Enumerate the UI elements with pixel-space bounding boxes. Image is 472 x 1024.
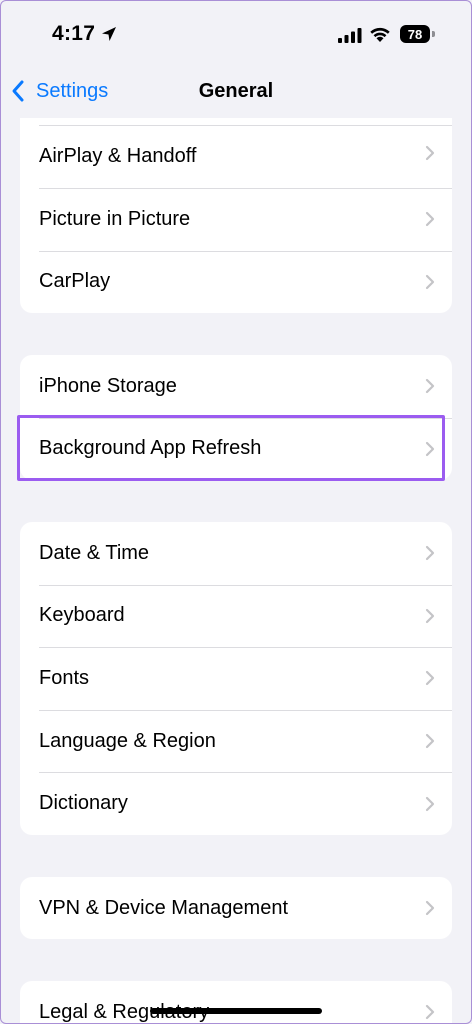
- status-time: 4:17: [52, 22, 96, 45]
- row-label: Background App Refresh: [39, 437, 262, 460]
- chevron-right-icon: [425, 796, 435, 811]
- settings-group-locale: Date & Time Keyboard Fonts Language & Re…: [20, 522, 452, 835]
- row-label: Date & Time: [39, 541, 150, 564]
- row-label: Language & Region: [39, 729, 216, 752]
- row-label: Fonts: [39, 666, 90, 689]
- battery-level: 78: [407, 26, 423, 42]
- row-iphone-storage[interactable]: iPhone Storage: [20, 355, 452, 418]
- settings-group-connectivity: AirPlay & Handoff Picture in Picture Car…: [20, 118, 452, 313]
- row-language-region[interactable]: Language & Region: [20, 709, 452, 773]
- row-airplay-handoff[interactable]: AirPlay & Handoff: [20, 118, 452, 188]
- chevron-right-icon: [425, 1005, 435, 1020]
- battery-indicator: 78: [400, 25, 430, 43]
- settings-group-vpn: VPN & Device Management: [20, 877, 452, 939]
- row-label: VPN & Device Management: [39, 896, 289, 919]
- chevron-right-icon: [425, 901, 435, 916]
- wifi-icon: [370, 27, 390, 42]
- row-label: iPhone Storage: [39, 374, 177, 397]
- chevron-right-icon: [425, 546, 435, 561]
- page-title: General: [198, 80, 274, 102]
- chevron-right-icon: [425, 608, 435, 623]
- chevron-right-icon: [425, 212, 435, 227]
- row-label: Picture in Picture: [39, 207, 191, 230]
- chevron-right-icon: [425, 145, 435, 161]
- row-vpn-device-management[interactable]: VPN & Device Management: [20, 877, 452, 940]
- row-carplay[interactable]: CarPlay: [20, 250, 452, 314]
- cellular-signal-icon: [338, 28, 362, 43]
- battery-nub: [432, 31, 435, 37]
- row-keyboard[interactable]: Keyboard: [20, 584, 452, 648]
- row-fonts[interactable]: Fonts: [20, 647, 452, 710]
- row-date-time[interactable]: Date & Time: [20, 522, 452, 585]
- chevron-right-icon: [425, 274, 435, 289]
- row-dictionary[interactable]: Dictionary: [20, 772, 452, 835]
- location-arrow-icon: [102, 27, 116, 41]
- row-legal-regulatory[interactable]: Legal & Regulatory: [20, 981, 452, 1024]
- chevron-right-icon: [425, 733, 435, 749]
- chevron-right-icon: [425, 671, 435, 686]
- settings-group-storage: iPhone Storage Background App Refresh: [20, 355, 452, 480]
- navigation-bar: Settings General: [0, 64, 472, 118]
- settings-group-legal: Legal & Regulatory: [20, 981, 452, 1024]
- row-label: AirPlay & Handoff: [39, 145, 197, 167]
- status-bar: 4:17 78: [0, 0, 472, 64]
- row-label: CarPlay: [39, 270, 111, 293]
- chevron-right-icon: [425, 441, 435, 456]
- row-label: Dictionary: [39, 792, 128, 815]
- row-picture-in-picture[interactable]: Picture in Picture: [20, 188, 452, 251]
- row-background-app-refresh[interactable]: Background App Refresh: [20, 417, 452, 481]
- row-label: Keyboard: [39, 604, 125, 627]
- chevron-right-icon: [425, 379, 435, 394]
- home-indicator[interactable]: [150, 1008, 322, 1014]
